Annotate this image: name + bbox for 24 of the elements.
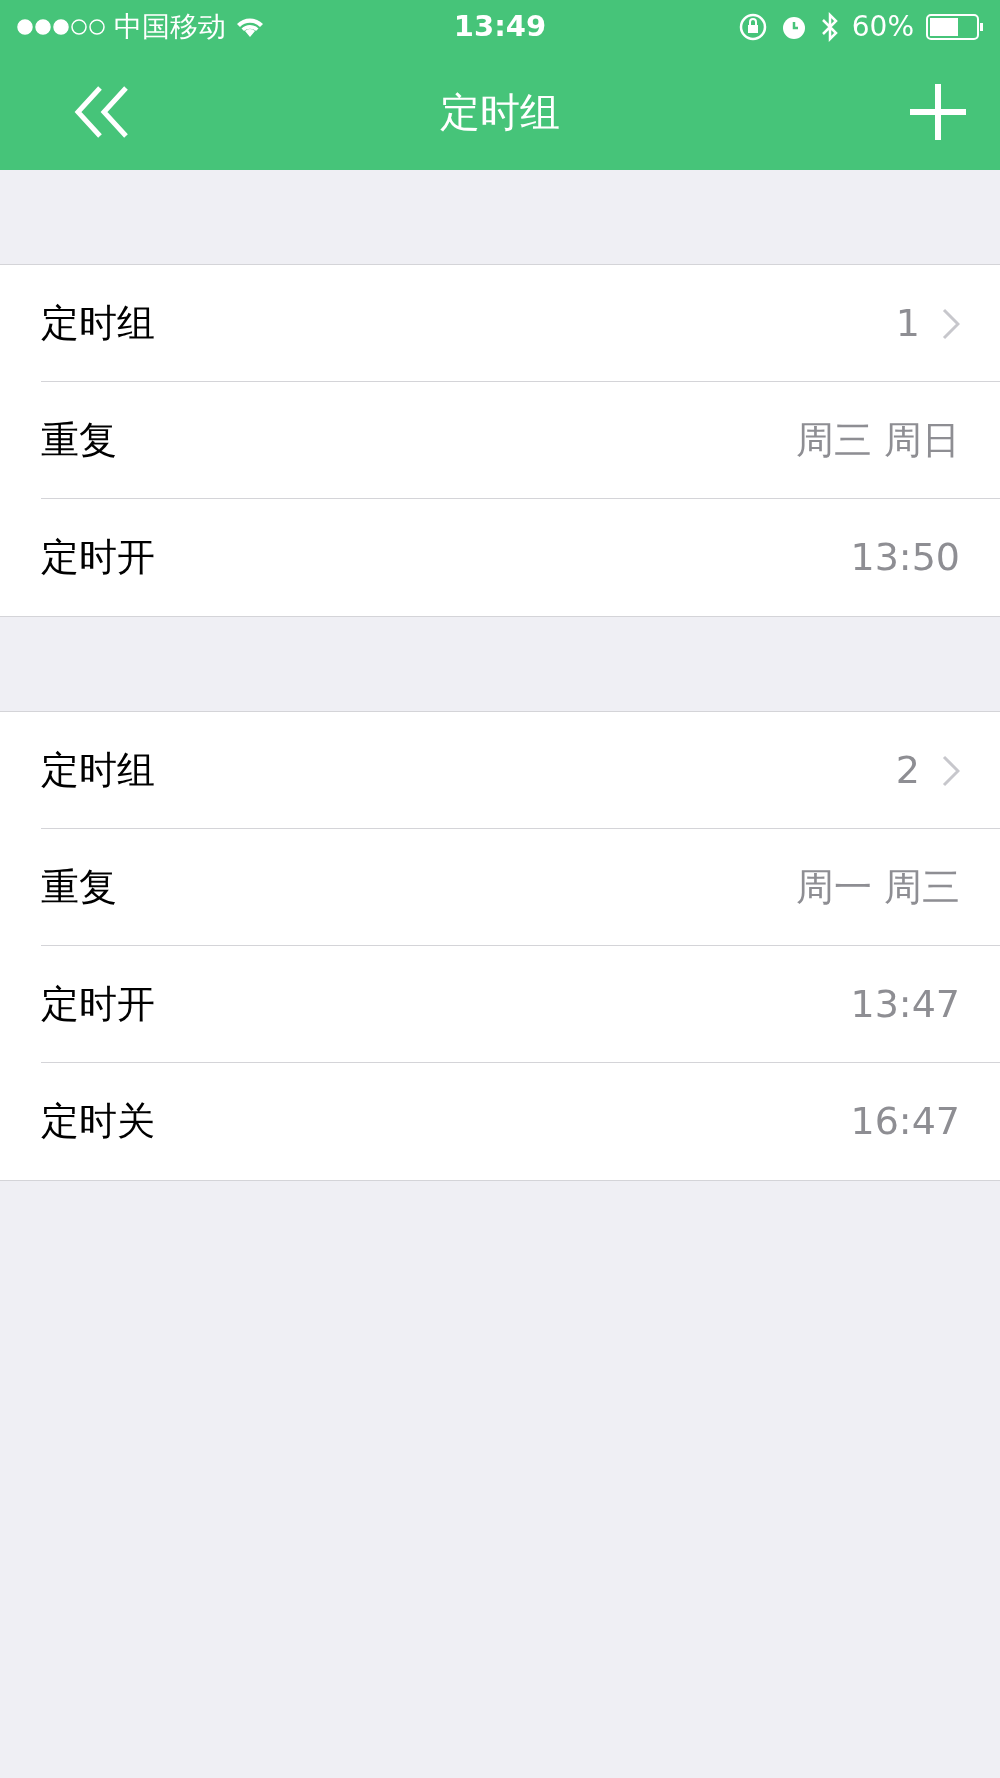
row-label: 重复 bbox=[41, 864, 117, 911]
nav-title: 定时组 bbox=[440, 88, 560, 137]
row-value: 13:50 bbox=[850, 534, 960, 581]
bluetooth-icon bbox=[819, 11, 840, 43]
signal-icon bbox=[16, 18, 106, 36]
row-value: 16:47 bbox=[850, 1098, 960, 1145]
row-value: 周三 周日 bbox=[795, 417, 960, 464]
carrier-name: 中国移动 bbox=[114, 9, 226, 45]
plus-icon bbox=[910, 84, 966, 140]
row-label: 定时组 bbox=[41, 747, 155, 794]
row-label: 重复 bbox=[41, 417, 117, 464]
row-value: 2 bbox=[895, 747, 920, 794]
row-label: 定时开 bbox=[41, 981, 155, 1028]
clock-time: 13:49 bbox=[453, 8, 547, 46]
row-label: 定时组 bbox=[41, 300, 155, 347]
row-value: 周一 周三 bbox=[795, 864, 960, 911]
row-label: 定时开 bbox=[41, 534, 155, 581]
battery-icon bbox=[926, 14, 984, 40]
row-value: 1 bbox=[895, 300, 920, 347]
rotation-lock-icon bbox=[737, 12, 768, 42]
double-chevron-left-icon bbox=[74, 86, 130, 138]
row-label: 定时关 bbox=[41, 1098, 155, 1145]
battery-percent: 60% bbox=[851, 9, 914, 45]
row-value: 13:47 bbox=[850, 981, 960, 1028]
